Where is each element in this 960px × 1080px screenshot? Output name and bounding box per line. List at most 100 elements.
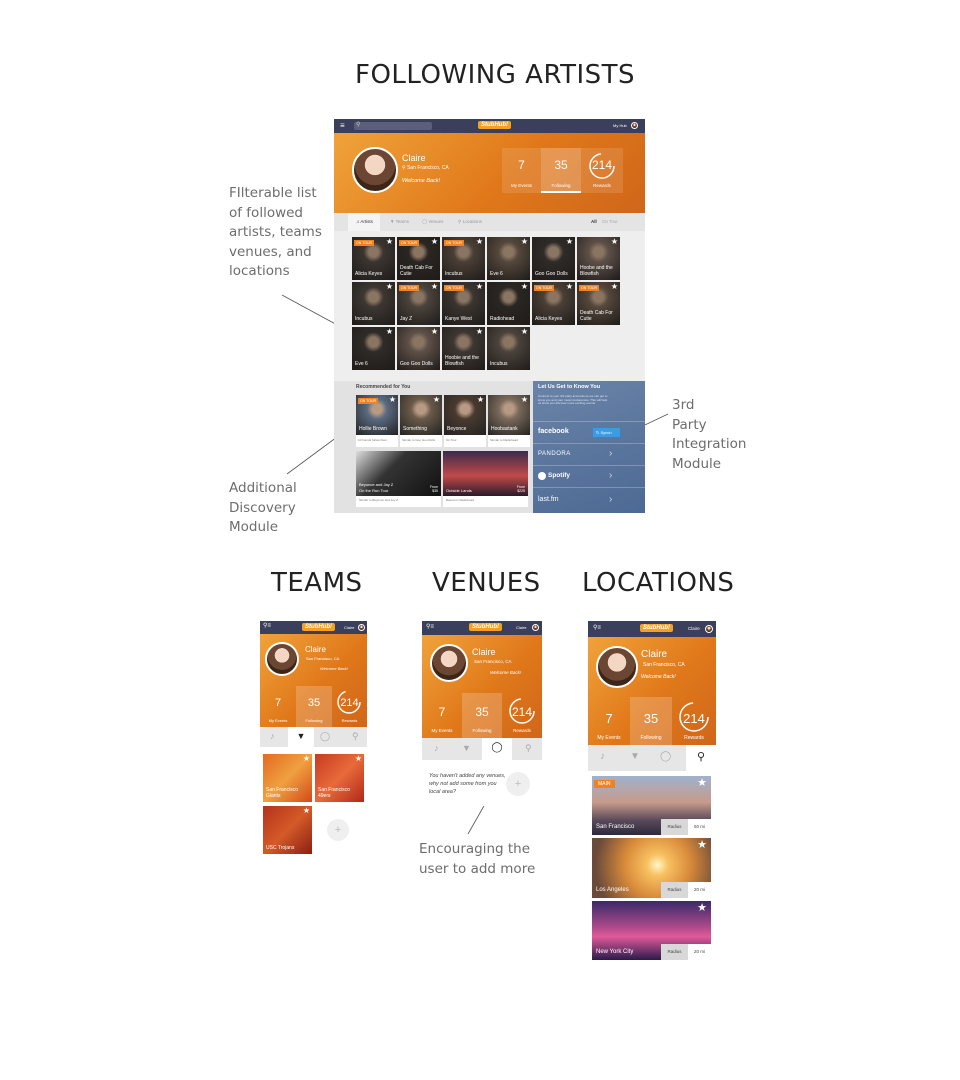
radius-value[interactable]: 20 mi — [688, 882, 711, 898]
stat-following[interactable]: 35 Following — [630, 697, 672, 745]
artist-tile[interactable]: ON TOUR ★ Incubus — [442, 237, 485, 280]
radius-value[interactable]: 20 mi — [688, 944, 711, 960]
star-icon[interactable]: ★ — [431, 238, 438, 246]
stat-rewards[interactable]: 214 Rewards — [502, 693, 542, 738]
team-tile[interactable]: ★ San Francisco 49ers — [315, 754, 364, 802]
location-card[interactable]: MAIN ★ San Francisco Radius 50 mi — [592, 776, 711, 835]
tab-teams[interactable]: ▼ Teams — [390, 219, 409, 224]
team-tile[interactable]: ★ USC Trojans — [263, 806, 312, 854]
stat-following[interactable]: 35 Following — [462, 693, 502, 738]
topbar-avatar[interactable] — [358, 624, 365, 631]
recommended-card[interactable]: ★ Hoobastank Similar to Radiohead — [488, 395, 530, 447]
tab-locations-icon[interactable]: ⚲ — [525, 743, 532, 754]
search-menu-icon[interactable]: ⚲≡ — [593, 624, 601, 631]
recommended-card[interactable]: ON TOUR ★ Hollie Brown 10 friends follow th… — [356, 395, 398, 447]
radius-value[interactable]: 50 mi — [688, 819, 711, 835]
stat-rewards[interactable]: 214 Rewards — [332, 686, 367, 727]
tab-artists-icon[interactable]: ♪ — [434, 743, 439, 753]
add-team-button[interactable]: + — [327, 819, 349, 841]
artist-tile[interactable]: ON TOUR ★ Alicia Keyes — [532, 282, 575, 325]
star-icon[interactable]: ★ — [389, 396, 396, 404]
star-icon[interactable]: ★ — [566, 283, 573, 291]
topbar-avatar[interactable] — [532, 624, 539, 631]
logo[interactable]: StubHub! — [640, 624, 673, 632]
service-spotify[interactable]: Spotify › — [533, 465, 645, 487]
profile-avatar[interactable] — [430, 644, 468, 682]
star-icon[interactable]: ★ — [476, 328, 483, 336]
tab-locations-icon[interactable]: ⚲ — [352, 731, 359, 742]
tab-locations[interactable]: ⚲ Locations — [458, 219, 482, 225]
profile-avatar[interactable] — [596, 646, 638, 688]
star-icon[interactable]: ★ — [697, 903, 707, 914]
tab-venues-icon[interactable]: ◯ — [660, 751, 671, 762]
artist-tile[interactable]: ★ Radiohead — [487, 282, 530, 325]
search-menu-icon[interactable]: ⚲≡ — [263, 622, 271, 629]
filter-all[interactable]: All — [591, 219, 597, 224]
star-icon[interactable]: ★ — [697, 778, 707, 789]
star-icon[interactable]: ★ — [433, 396, 440, 404]
recommended-event-card[interactable]: Outside Lands From $225 Based on Radiohead — [443, 451, 528, 507]
star-icon[interactable]: ★ — [521, 283, 528, 291]
stat-following[interactable]: 35 Following — [296, 686, 332, 727]
menu-icon[interactable]: ≡ — [340, 121, 345, 130]
star-icon[interactable]: ★ — [355, 755, 362, 763]
stat-my-events[interactable]: 7 My Events — [588, 697, 630, 745]
tab-locations-icon[interactable]: ⚲ — [686, 745, 716, 771]
artist-tile[interactable]: ★ Goo Goo Dolls — [397, 327, 440, 370]
artist-tile[interactable]: ON TOUR ★ Kanye West — [442, 282, 485, 325]
artist-tile[interactable]: ★ Eve 6 — [487, 237, 530, 280]
star-icon[interactable]: ★ — [431, 283, 438, 291]
logo[interactable]: StubHub! — [469, 623, 502, 631]
star-icon[interactable]: ★ — [386, 328, 393, 336]
my-hub-label[interactable]: My Hub — [613, 123, 627, 128]
star-icon[interactable]: ★ — [303, 755, 310, 763]
sync-button[interactable]: ↻ Synch — [593, 428, 620, 437]
user-label[interactable]: Claire — [688, 626, 700, 631]
star-icon[interactable]: ★ — [303, 807, 310, 815]
search-input[interactable]: ⚲ — [354, 122, 432, 130]
star-icon[interactable]: ★ — [566, 238, 573, 246]
user-label[interactable]: Claire — [344, 625, 354, 630]
recommended-card[interactable]: ★ Beyonce On Tour — [444, 395, 486, 447]
location-card[interactable]: ★ Los Angeles Radius 20 mi — [592, 838, 711, 898]
stat-rewards[interactable]: 214 Rewards — [581, 148, 623, 193]
tab-teams-icon[interactable]: ▼ — [630, 751, 640, 762]
star-icon[interactable]: ★ — [611, 283, 618, 291]
stat-my-events[interactable]: 7 My Events — [260, 686, 296, 727]
tab-artists-icon[interactable]: ♪ — [600, 751, 605, 762]
topbar-avatar[interactable] — [631, 122, 638, 129]
recommended-event-card[interactable]: Beyonce and Jay Z On the Run Tour From $3… — [356, 451, 441, 507]
stat-rewards[interactable]: 214 Rewards — [672, 697, 716, 745]
star-icon[interactable]: ★ — [611, 238, 618, 246]
star-icon[interactable]: ★ — [521, 396, 528, 404]
star-icon[interactable]: ★ — [521, 238, 528, 246]
artist-tile[interactable]: ★ Hoobe and the Blowfish — [577, 237, 620, 280]
logo[interactable]: StubHub! — [478, 121, 511, 129]
recommended-card[interactable]: ★ Something Similar to Goo Goo Dolls — [400, 395, 442, 447]
artist-tile[interactable]: ★ Incubus — [487, 327, 530, 370]
artist-tile[interactable]: ★ Eve 6 — [352, 327, 395, 370]
artist-tile[interactable]: ON TOUR ★ Death Cab For Cutie — [397, 237, 440, 280]
tab-artists-icon[interactable]: ♪ — [270, 731, 275, 741]
user-label[interactable]: Claire — [516, 625, 526, 630]
service-facebook[interactable]: facebook ↻ Synch — [533, 421, 645, 443]
tab-venues-icon[interactable]: ◯ — [320, 731, 330, 742]
tab-teams-icon[interactable]: ▼ — [462, 743, 471, 753]
star-icon[interactable]: ★ — [386, 283, 393, 291]
filter-on-tour[interactable]: On Tour — [602, 219, 618, 224]
star-icon[interactable]: ★ — [477, 396, 484, 404]
logo[interactable]: StubHub! — [302, 623, 335, 631]
add-venue-button[interactable]: + — [506, 772, 530, 796]
star-icon[interactable]: ★ — [521, 328, 528, 336]
artist-tile[interactable]: ★ Goo Goo Dolls — [532, 237, 575, 280]
service-pandora[interactable]: PANDORA › — [533, 443, 645, 465]
stat-my-events[interactable]: 7 My Events — [502, 148, 541, 193]
star-icon[interactable]: ★ — [476, 238, 483, 246]
stat-following[interactable]: 35 Following — [541, 148, 581, 193]
star-icon[interactable]: ★ — [386, 238, 393, 246]
tab-teams-icon[interactable]: ▼ — [288, 727, 314, 747]
profile-avatar[interactable] — [265, 642, 299, 676]
topbar-avatar[interactable] — [705, 625, 713, 633]
profile-avatar[interactable] — [352, 147, 398, 193]
artist-tile[interactable]: ON TOUR ★ Jay Z — [397, 282, 440, 325]
